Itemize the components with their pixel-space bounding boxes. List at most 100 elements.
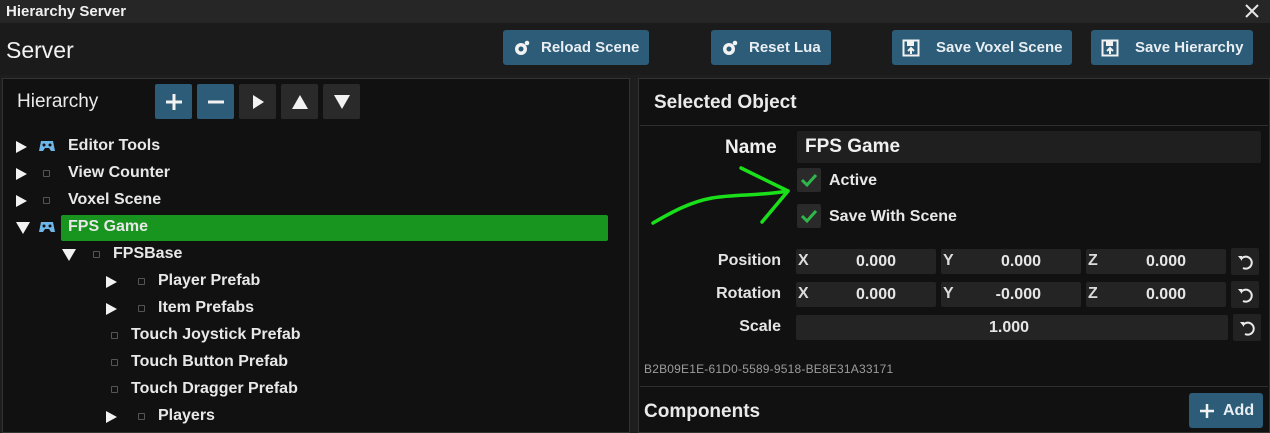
reset-lua-button[interactable]: Reset Lua — [711, 30, 831, 65]
tree-item[interactable]: Player Prefab — [3, 268, 629, 295]
scale-field[interactable]: 1.000 — [796, 315, 1228, 340]
save-voxel-scene-button[interactable]: Save Voxel Scene — [892, 30, 1073, 65]
object-square-icon — [43, 170, 50, 177]
close-icon[interactable] — [1242, 1, 1262, 21]
divider — [640, 386, 1268, 387]
tree-item-label: Editor Tools — [68, 137, 161, 154]
object-square-icon — [138, 278, 145, 285]
expand-right-icon[interactable] — [15, 167, 28, 186]
selected-object-panel: Selected Object Name FPS Game Active Sav… — [638, 78, 1270, 433]
tree-item[interactable]: Editor Tools — [3, 133, 629, 160]
window-titlebar: Hierarchy Server — [0, 0, 1270, 23]
object-square-icon — [111, 359, 118, 366]
tree-item[interactable]: Voxel Scene — [3, 187, 629, 214]
save-with-scene-checkbox[interactable] — [797, 204, 821, 228]
controller-icon — [38, 139, 56, 158]
position-x-value: 0.000 — [855, 253, 896, 270]
position-y-value: 0.000 — [1000, 253, 1041, 270]
save-hierarchy-label: Save Hierarchy — [1135, 39, 1244, 56]
tree-item[interactable]: FPSBase — [3, 241, 629, 268]
expand-right-icon[interactable] — [15, 194, 28, 213]
checkmark-icon — [800, 209, 818, 224]
rotation-x-field[interactable]: X 0.000 — [796, 282, 936, 307]
rotation-label: Rotation — [716, 285, 781, 302]
hierarchy-panel: Hierarchy Editor Tools View Counter Voxel … — [2, 78, 630, 433]
add-object-button[interactable] — [155, 84, 192, 119]
tree-item[interactable]: Touch Joystick Prefab — [3, 322, 629, 349]
play-icon — [252, 94, 264, 109]
position-z-field[interactable]: Z 0.000 — [1086, 249, 1226, 274]
reload-scene-button[interactable]: Reload Scene — [503, 30, 650, 65]
rotation-reset-button[interactable] — [1231, 281, 1259, 308]
move-up-button[interactable] — [281, 84, 318, 119]
tree-item[interactable]: FPS Game — [3, 214, 629, 241]
expand-right-icon[interactable] — [105, 410, 118, 429]
rotation-z-field[interactable]: Z 0.000 — [1086, 282, 1226, 307]
hierarchy-tree: Editor Tools View Counter Voxel Scene FPS G… — [3, 133, 629, 430]
tree-item[interactable]: View Counter — [3, 160, 629, 187]
rotation-z-value: 0.000 — [1145, 286, 1186, 303]
rotation-y-value: -0.000 — [995, 286, 1041, 303]
reload-icon — [515, 40, 530, 55]
window-title: Hierarchy Server — [6, 3, 127, 20]
active-checkbox[interactable] — [797, 168, 821, 192]
tree-item[interactable]: Touch Button Prefab — [3, 349, 629, 376]
expand-right-icon[interactable] — [105, 275, 118, 294]
save-hierarchy-button[interactable]: Save Hierarchy — [1091, 30, 1254, 65]
position-y-field[interactable]: Y 0.000 — [941, 249, 1081, 274]
tree-item-label: FPSBase — [113, 245, 183, 262]
axis-z-label: Z — [1088, 285, 1098, 302]
position-x-field[interactable]: X 0.000 — [796, 249, 936, 274]
tree-item-label: FPS Game — [68, 218, 149, 235]
active-label: Active — [829, 172, 878, 189]
name-field[interactable]: FPS Game — [797, 131, 1261, 163]
object-square-icon — [111, 386, 118, 393]
object-square-icon — [43, 197, 50, 204]
scale-reset-button[interactable] — [1233, 314, 1261, 341]
components-title: Components — [644, 401, 761, 422]
reset-icon — [723, 40, 738, 55]
rotation-y-field[interactable]: Y -0.000 — [941, 282, 1081, 307]
tree-item[interactable]: Players — [3, 403, 629, 430]
add-component-button[interactable]: Add — [1189, 393, 1263, 428]
add-icon — [165, 93, 182, 110]
reset-lua-label: Reset Lua — [749, 39, 821, 56]
expand-down-icon[interactable] — [61, 248, 77, 267]
rotation-x-value: 0.000 — [855, 286, 896, 303]
tree-item-label: Item Prefabs — [158, 299, 255, 316]
add-component-label: Add — [1223, 401, 1255, 419]
undo-icon — [1238, 288, 1253, 303]
save-with-scene-label: Save With Scene — [829, 208, 957, 225]
axis-x-label: X — [798, 285, 809, 302]
move-up-icon — [291, 94, 308, 109]
play-button[interactable] — [239, 84, 276, 119]
save-icon — [1101, 39, 1119, 56]
page-title: Server — [6, 37, 74, 63]
tree-item-label: Touch Dragger Prefab — [131, 380, 298, 397]
move-down-button[interactable] — [323, 84, 360, 119]
undo-icon — [1238, 255, 1253, 270]
tree-item[interactable]: Item Prefabs — [3, 295, 629, 322]
axis-y-label: Y — [943, 285, 954, 302]
axis-x-label: X — [798, 252, 809, 269]
expand-down-icon[interactable] — [15, 221, 31, 240]
save-voxel-scene-label: Save Voxel Scene — [936, 39, 1063, 56]
checkmark-icon — [800, 173, 818, 188]
scale-value: 1.000 — [989, 319, 1030, 336]
position-label: Position — [717, 252, 781, 269]
expand-right-icon[interactable] — [15, 140, 28, 159]
hierarchy-title: Hierarchy — [17, 91, 99, 112]
undo-icon — [1240, 321, 1255, 336]
expand-right-icon[interactable] — [105, 302, 118, 321]
tree-item-label: Touch Button Prefab — [131, 353, 289, 370]
position-reset-button[interactable] — [1231, 248, 1259, 275]
tree-item-label: View Counter — [68, 164, 170, 181]
move-down-icon — [333, 94, 350, 109]
scale-label: Scale — [739, 318, 781, 335]
tree-item[interactable]: Touch Dragger Prefab — [3, 376, 629, 403]
save-icon — [902, 39, 920, 56]
object-square-icon — [138, 305, 145, 312]
remove-object-button[interactable] — [197, 84, 234, 119]
tree-item-label: Player Prefab — [158, 272, 261, 289]
position-z-value: 0.000 — [1145, 253, 1186, 270]
